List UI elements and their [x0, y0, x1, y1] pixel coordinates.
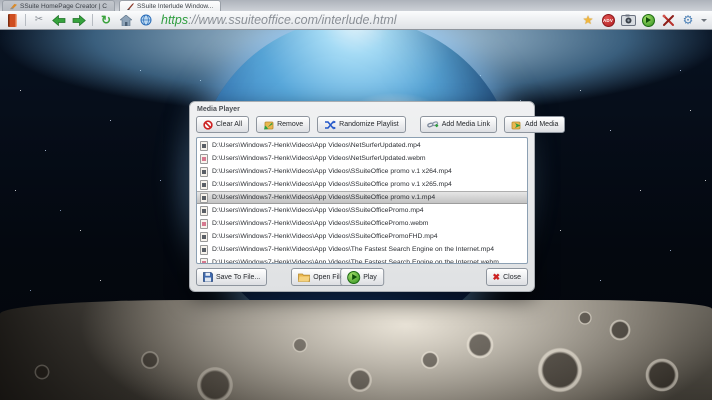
- playlist-item[interactable]: D:\Users\Windows7-Henk\Videos\App Videos…: [197, 165, 527, 178]
- tab-homepage-creator[interactable]: SSuite HomePage Creator | C: [2, 0, 115, 11]
- browser-window: SSuite HomePage Creator | C SSuite Inter…: [0, 0, 712, 400]
- home-button[interactable]: [117, 12, 135, 28]
- add-media-icon: [511, 120, 522, 130]
- randomize-playlist-button[interactable]: Randomize Playlist: [317, 116, 406, 133]
- moon-surface: [0, 300, 712, 400]
- mp4-file-icon: [200, 245, 208, 255]
- playlist-item-path: D:\Users\Windows7-Henk\Videos\App Videos…: [212, 181, 452, 188]
- playlist-item[interactable]: D:\Users\Windows7-Henk\Videos\App Videos…: [197, 243, 527, 256]
- mp4-file-icon: [200, 206, 208, 216]
- forward-arrow-icon: [72, 15, 86, 26]
- playlist-item-path: D:\Users\Windows7-Henk\Videos\App Videos…: [212, 194, 435, 201]
- playlist-item[interactable]: D:\Users\Windows7-Henk\Videos\App Videos…: [197, 256, 527, 264]
- settings-button[interactable]: ⚙: [679, 12, 697, 28]
- save-to-file-button[interactable]: Save To File...: [196, 268, 267, 286]
- refresh-button[interactable]: ↻: [97, 12, 115, 28]
- camera-icon: [621, 14, 636, 26]
- media-player-button[interactable]: [639, 12, 657, 28]
- link-icon: [427, 120, 439, 130]
- browser-toolbar: ✂ ↻ https://www.ssuiteoffice.com/interlu…: [0, 11, 712, 30]
- interlude-rocket-icon: [127, 3, 134, 10]
- folder-icon: [298, 272, 310, 282]
- playlist-item-path: D:\Users\Windows7-Henk\Videos\App Videos…: [212, 207, 424, 214]
- url-path: ://www.ssuiteoffice.com/interlude.html: [188, 13, 396, 27]
- shuffle-icon: [324, 120, 336, 130]
- tab-label: SSuite Interlude Window...: [137, 3, 213, 10]
- playlist-toolbar: Clear All Remove Randomize Playlist Add …: [196, 116, 528, 133]
- playlist-item[interactable]: D:\Users\Windows7-Henk\Videos\App Videos…: [197, 204, 527, 217]
- ad-blocker-button[interactable]: ADV: [599, 12, 617, 28]
- playlist-item[interactable]: D:\Users\Windows7-Henk\Videos\App Videos…: [197, 230, 527, 243]
- close-x-icon: ✖: [493, 273, 501, 282]
- playlist-item[interactable]: D:\Users\Windows7-Henk\Videos\App Videos…: [197, 152, 527, 165]
- star-icon: ★: [583, 14, 594, 26]
- book-icon: [8, 14, 17, 27]
- remove-button[interactable]: Remove: [256, 116, 310, 133]
- address-url[interactable]: https://www.ssuiteoffice.com/interlude.h…: [161, 13, 577, 27]
- forward-button[interactable]: [70, 12, 88, 28]
- toolbar-separator: [25, 14, 26, 26]
- play-button[interactable]: Play: [340, 268, 384, 286]
- playlist-item-path: D:\Users\Windows7-Henk\Videos\App Videos…: [212, 168, 452, 175]
- playlist-item-path: D:\Users\Windows7-Henk\Videos\App Videos…: [212, 155, 426, 162]
- mp4-file-icon: [200, 180, 208, 190]
- back-button[interactable]: [50, 12, 68, 28]
- playlist-item-path: D:\Users\Windows7-Henk\Videos\App Videos…: [212, 233, 438, 240]
- globe-icon: [140, 14, 152, 26]
- play-icon: [347, 271, 360, 284]
- page-viewport: Media Player Clear All Remove Randomize …: [0, 30, 712, 400]
- clear-all-button[interactable]: Clear All: [196, 116, 249, 133]
- dialog-footer: Save To File... Open File... Play ✖ Clos…: [196, 269, 528, 285]
- webm-file-icon: [200, 258, 208, 265]
- webm-file-icon: [200, 154, 208, 164]
- webm-file-icon: [200, 219, 208, 229]
- tools-button[interactable]: [659, 12, 677, 28]
- toolbar-overflow-caret[interactable]: [701, 19, 707, 22]
- mp4-file-icon: [200, 141, 208, 151]
- tab-interlude[interactable]: SSuite Interlude Window...: [119, 0, 221, 11]
- bookmarks-button[interactable]: [3, 12, 21, 28]
- playlist-item-path: D:\Users\Windows7-Henk\Videos\App Videos…: [212, 259, 499, 264]
- playlist-item[interactable]: D:\Users\Windows7-Henk\Videos\App Videos…: [197, 178, 527, 191]
- media-player-icon: [642, 14, 655, 27]
- add-media-button[interactable]: Add Media: [504, 116, 565, 133]
- playlist-item[interactable]: D:\Users\Windows7-Henk\Videos\App Videos…: [197, 139, 527, 152]
- homepage-creator-tab-icon: [10, 3, 17, 10]
- gear-icon: ⚙: [683, 14, 694, 26]
- media-player-dialog: Media Player Clear All Remove Randomize …: [189, 101, 535, 292]
- add-media-link-button[interactable]: Add Media Link: [420, 116, 497, 133]
- tab-label: SSuite HomePage Creator | C: [20, 3, 107, 10]
- save-icon: [203, 272, 213, 282]
- mp4-file-icon: [200, 232, 208, 242]
- dialog-title: Media Player: [196, 105, 528, 116]
- playlist: D:\Users\Windows7-Henk\Videos\App Videos…: [196, 137, 528, 264]
- mp4-file-icon: [200, 193, 208, 203]
- playlist-item-path: D:\Users\Windows7-Henk\Videos\App Videos…: [212, 142, 421, 149]
- tools-icon: [662, 14, 675, 27]
- playlist-item-path: D:\Users\Windows7-Henk\Videos\App Videos…: [212, 246, 494, 253]
- mp4-file-icon: [200, 167, 208, 177]
- screenshot-button[interactable]: [619, 12, 637, 28]
- url-scheme: https: [161, 13, 188, 27]
- refresh-icon: ↻: [101, 14, 111, 26]
- cut-button[interactable]: ✂: [30, 12, 48, 28]
- back-arrow-icon: [52, 15, 66, 26]
- close-button[interactable]: ✖ Close: [486, 268, 528, 286]
- adv-badge-icon: ADV: [602, 14, 615, 27]
- home-icon: [120, 15, 132, 26]
- playlist-item[interactable]: D:\Users\Windows7-Henk\Videos\App Videos…: [197, 217, 527, 230]
- clear-all-icon: [203, 120, 213, 130]
- tab-bar: SSuite HomePage Creator | C SSuite Inter…: [0, 0, 712, 11]
- playlist-item[interactable]: D:\Users\Windows7-Henk\Videos\App Videos…: [197, 191, 527, 204]
- playlist-item-path: D:\Users\Windows7-Henk\Videos\App Videos…: [212, 220, 428, 227]
- remove-icon: [263, 120, 274, 130]
- go-button[interactable]: [137, 12, 155, 28]
- add-favorite-button[interactable]: ★: [579, 12, 597, 28]
- scissors-icon: ✂: [35, 15, 43, 25]
- toolbar-separator: [92, 14, 93, 26]
